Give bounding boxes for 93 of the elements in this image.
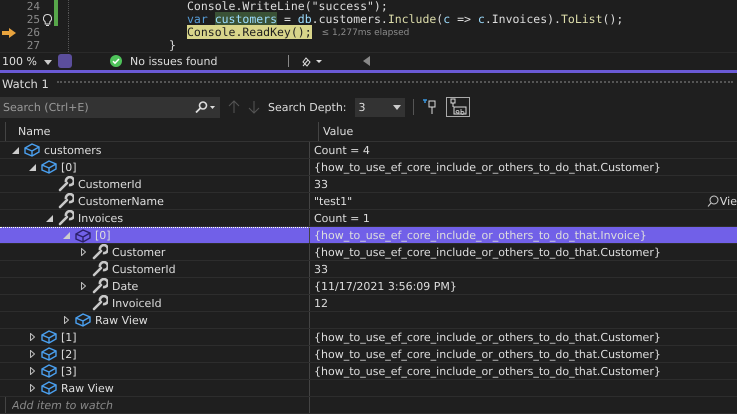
collapse-icon[interactable] — [12, 146, 18, 154]
watch-row[interactable]: Raw View — [0, 312, 737, 329]
pin-icon[interactable] — [422, 99, 438, 115]
variable-name: Raw View — [61, 382, 114, 394]
line-number: 25 — [26, 13, 40, 26]
variable-name: [2] — [61, 348, 77, 360]
caret-icon[interactable] — [44, 60, 52, 65]
variable-name: [0] — [95, 229, 111, 242]
watch-row[interactable]: Customer {how_to_use_ef_core_include_or_others_to_do_that.Customer} — [0, 244, 737, 261]
expand-icon[interactable] — [30, 367, 34, 375]
check-circle-icon — [110, 55, 122, 68]
cube-icon — [41, 364, 57, 378]
cube-icon — [75, 313, 91, 327]
column-header[interactable]: Value — [323, 125, 354, 138]
watch-row[interactable]: Date {11/17/2021 3:56:09 PM} — [0, 278, 737, 295]
watch-row[interactable]: [0] {how_to_use_ef_core_include_or_others_to_do_that.Customer} — [0, 159, 737, 176]
search-depth-label: Search Depth: — [268, 100, 346, 114]
scroll-left-icon[interactable] — [363, 56, 371, 66]
variable-value: {11/17/2021 3:56:09 PM} — [314, 280, 457, 292]
brush-icon[interactable] — [301, 55, 323, 68]
caret-icon[interactable] — [392, 104, 400, 110]
variable-value: "test1" — [314, 194, 352, 208]
expand-icon[interactable] — [30, 384, 34, 392]
text-visualizer-button[interactable]: Vie — [706, 194, 737, 208]
watch-row[interactable]: [3] {how_to_use_ef_core_include_or_others_to_do_that.Customer} — [0, 363, 737, 380]
code-line-text: } — [169, 39, 176, 52]
panel-title: Watch 1 — [2, 77, 49, 91]
variable-name: CustomerName — [78, 194, 164, 208]
column-header[interactable]: Name — [18, 125, 50, 138]
wrench-icon — [58, 210, 74, 226]
watch-row[interactable]: InvoiceId 12 — [0, 295, 737, 312]
line-number: 27 — [26, 39, 40, 52]
variable-value: {how_to_use_ef_core_include_or_others_to_do_that.Customer} — [314, 246, 661, 258]
variable-value: {how_to_use_ef_core_include_or_others_to_do_that.Customer} — [314, 348, 661, 360]
expand-icon[interactable] — [30, 333, 34, 341]
variable-name: [0] — [61, 160, 77, 174]
collapse-icon[interactable] — [28, 164, 36, 170]
variable-name: CustomerId — [112, 262, 176, 276]
wrench-icon — [58, 193, 74, 209]
search-depth-dropdown[interactable]: 3 — [354, 98, 404, 116]
watch-row[interactable]: CustomerId 33 — [0, 261, 737, 278]
line-number: 26 — [26, 26, 40, 39]
variable-value: Count = 4 — [314, 144, 370, 156]
variable-name: Customer — [112, 246, 166, 258]
variable-name: [1] — [61, 330, 77, 344]
line-number: 24 — [26, 0, 40, 13]
collapse-icon[interactable] — [46, 214, 52, 222]
cube-icon — [24, 143, 40, 157]
watch-row[interactable]: [2] {how_to_use_ef_core_include_or_others_to_do_that.Customer} — [0, 346, 737, 363]
variable-name: CustomerId — [78, 178, 142, 190]
lightbulb-icon[interactable] — [42, 14, 52, 26]
variable-value: {how_to_use_ef_core_include_or_others_to_do_that.Customer} — [314, 330, 661, 344]
expand-icon[interactable] — [30, 350, 34, 358]
wrench-icon — [92, 295, 108, 311]
watch-row[interactable]: Raw View — [0, 380, 737, 397]
hex-display-toggle-icon[interactable] — [446, 97, 470, 117]
watch-row[interactable]: CustomerId 33 — [0, 176, 737, 193]
zoom-dropdown[interactable]: 100 % — [0, 54, 58, 68]
variable-value: Count = 1 — [314, 212, 370, 224]
watch-row[interactable]: CustomerName "test1" Vie — [0, 193, 737, 210]
code-line-text: Console.ReadKey(); — [187, 26, 312, 39]
cube-icon — [75, 228, 91, 242]
wrench-icon — [58, 176, 74, 192]
variable-value: 33 — [314, 178, 328, 190]
variable-name: Invoices — [78, 212, 124, 224]
expand-icon[interactable] — [80, 248, 86, 256]
watch-row[interactable]: [1] {how_to_use_ef_core_include_or_others_to_do_that.Customer} — [0, 329, 737, 346]
wrench-icon — [92, 278, 108, 294]
cube-icon — [41, 160, 57, 174]
variable-name: InvoiceId — [112, 296, 162, 310]
variable-value: 33 — [314, 262, 328, 276]
expand-icon[interactable] — [64, 316, 68, 324]
variable-name: Date — [112, 280, 138, 292]
cube-icon — [41, 381, 57, 395]
variable-value: 12 — [314, 296, 328, 310]
cube-icon — [41, 330, 57, 344]
watch-row[interactable]: customers Count = 4 — [0, 142, 737, 159]
wrench-icon — [92, 244, 108, 260]
expand-icon[interactable] — [80, 282, 86, 290]
code-line-text: Console.WriteLine("success"); — [187, 0, 388, 13]
variable-name: customers — [44, 144, 102, 156]
elapsed-hint: ≤ 1,277ms elapsed — [322, 28, 410, 38]
variable-value: {how_to_use_ef_core_include_or_others_to_do_that.Customer} — [314, 364, 661, 378]
variable-value: {how_to_use_ef_core_include_or_others_to_do_that.Invoice} — [314, 228, 647, 242]
search-icon[interactable] — [194, 101, 216, 113]
variable-value: {how_to_use_ef_core_include_or_others_to_do_that.Customer} — [314, 160, 661, 174]
issues-status[interactable]: No issues found — [130, 54, 288, 68]
magnifier-icon — [706, 195, 719, 207]
code-line-text: var customers = db.customers.Include(c => c.Invoices).ToList(); — [187, 13, 624, 26]
variable-name: Raw View — [95, 314, 148, 326]
wrench-icon — [92, 261, 108, 277]
variable-name: [3] — [61, 364, 77, 378]
cube-icon — [41, 347, 57, 361]
